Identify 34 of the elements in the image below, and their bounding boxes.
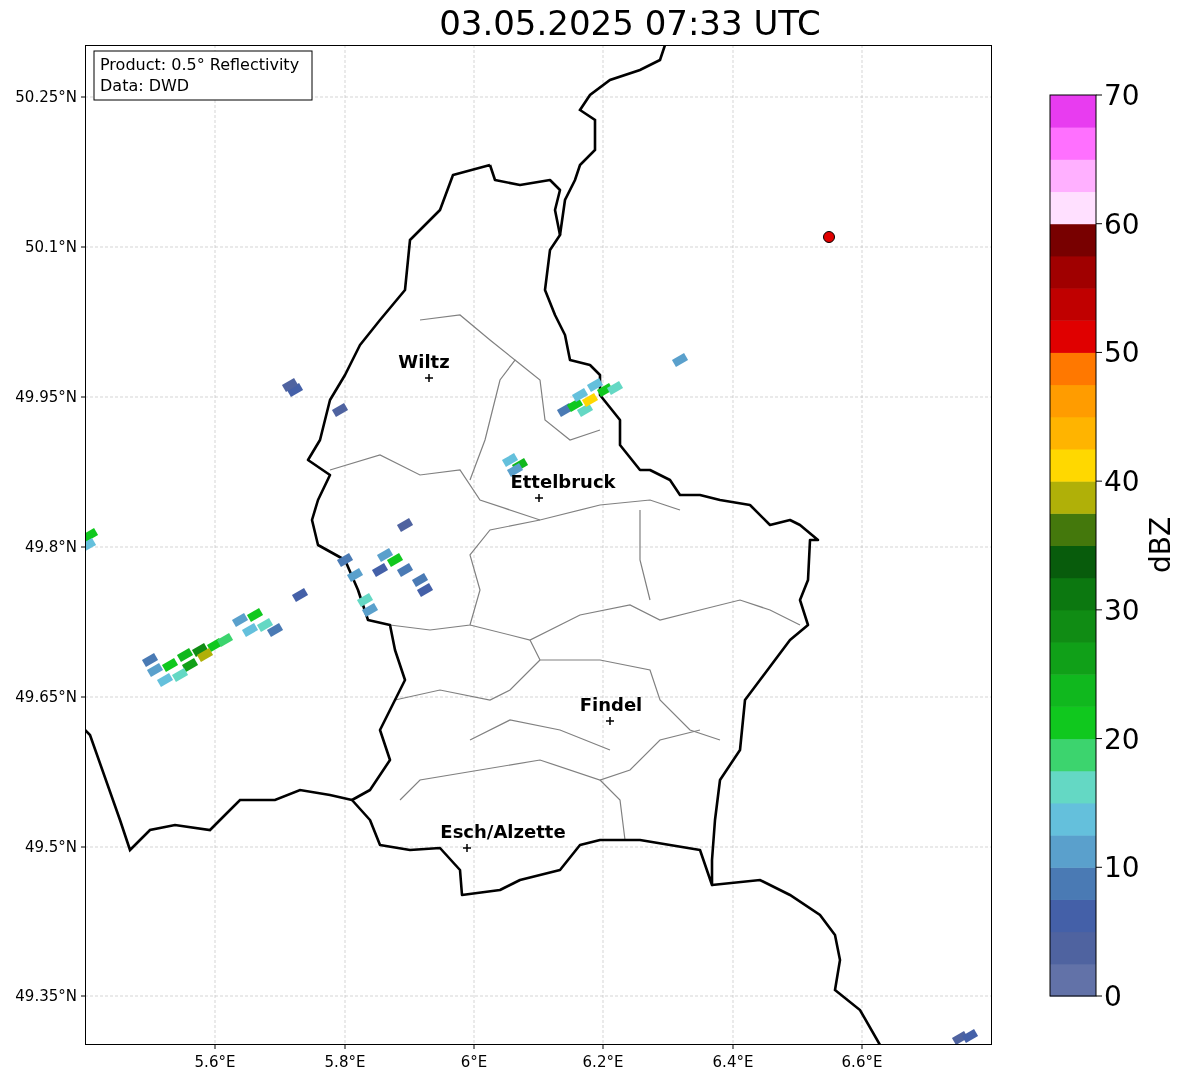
colorbar-label: dBZ [1144,516,1177,574]
colorbar-tick-label: 40 [1104,465,1140,499]
chart-title: 03.05.2025 07:33 UTC [439,5,821,40]
colorbar-tick-label: 60 [1104,207,1140,241]
longitude-label: 5.6°E [194,1053,236,1071]
radar-site-marker [823,231,835,243]
longitude-label: 5.8°E [324,1053,366,1071]
colorbar-tick-label: 20 [1104,722,1140,756]
colorbar-tick-label: 0 [1104,980,1122,1013]
latitude-label: 49.95°N [15,388,77,406]
city-label: Ettelbruck [510,471,616,492]
city-label: Esch/Alzette [440,821,566,842]
latitude-label: 49.5°N [24,838,77,856]
latitude-label: 49.35°N [15,987,77,1005]
colorbar-tick-label: 50 [1104,336,1140,370]
longitude-label: 6.2°E [582,1053,624,1071]
city-marker-icon [534,493,544,503]
info-text: Data: DWD [100,76,190,95]
latitude-label: 50.25°N [15,88,77,106]
colorbar-tick-label: 30 [1104,593,1140,627]
info-text: Product: 0.5° Reflectivity [100,55,300,74]
city-marker-icon [462,843,472,853]
longitude-label: 6°E [460,1053,488,1071]
latitude-label: 49.8°N [24,538,77,556]
latitude-label: 49.65°N [15,688,77,706]
city-marker-icon [424,373,434,383]
colorbar-tick-label: 70 [1104,79,1140,112]
city-label: Findel [579,694,643,715]
city-label: Wiltz [398,351,450,372]
latitude-label: 50.1°N [24,238,77,256]
colorbar-tick-label: 10 [1104,851,1140,885]
longitude-label: 6.4°E [712,1053,754,1071]
longitude-label: 6.6°E [841,1053,883,1071]
city-marker-icon [605,716,615,726]
